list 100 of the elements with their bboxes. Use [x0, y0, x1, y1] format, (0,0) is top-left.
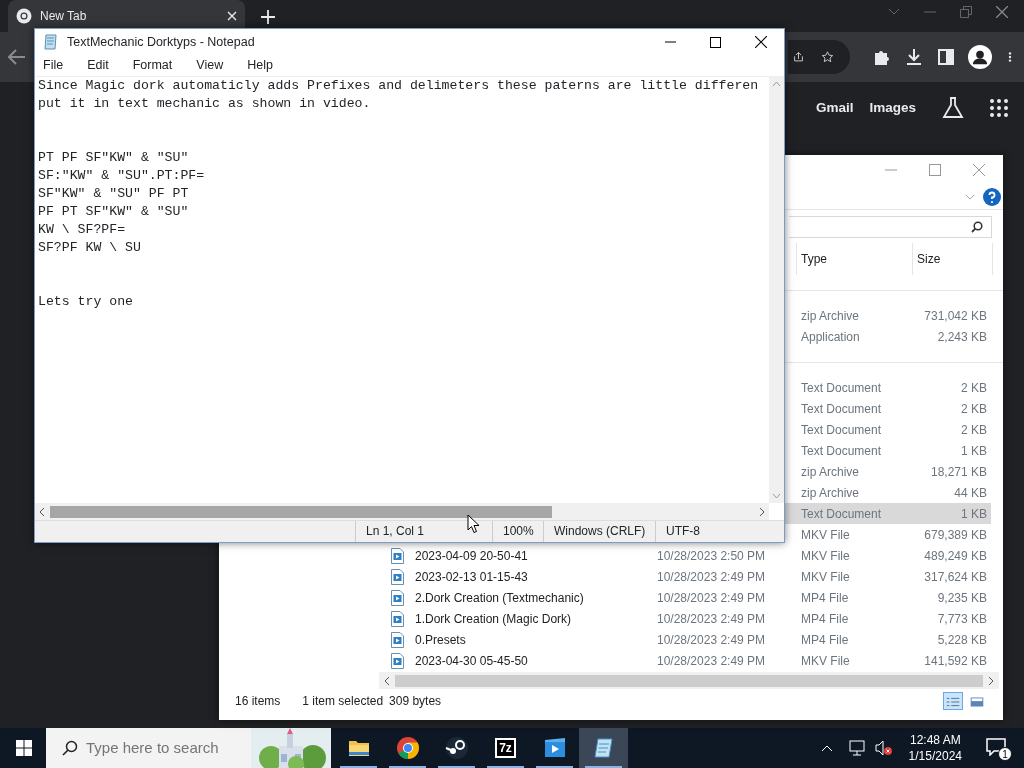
file-size: 2 KB — [960, 400, 987, 418]
file-type: zip Archive — [801, 484, 861, 502]
horizontal-scrollbar[interactable] — [35, 503, 769, 520]
back-arrow-icon[interactable] — [8, 49, 26, 65]
file-row[interactable]: zip Archive 18,271 KB — [785, 461, 991, 482]
media-player-icon — [542, 736, 567, 760]
address-bar[interactable] — [788, 40, 850, 74]
clock-time: 12:48 AM — [909, 731, 961, 748]
file-row[interactable]: Text Document 2 KB — [785, 377, 991, 398]
profile-avatar-icon[interactable] — [968, 45, 992, 69]
file-type: MP4 File — [801, 631, 850, 649]
file-row[interactable]: Text Document 1 KB — [785, 440, 991, 461]
file-type: MKV File — [801, 547, 851, 565]
file-size: 5,228 KB — [936, 631, 987, 649]
search-field[interactable]: Type here to search — [86, 736, 251, 760]
chevron-up-icon[interactable] — [820, 744, 833, 752]
file-row[interactable]: 2.Dork Creation (Textmechanic) 10/28/2023 2:49 PM MP4 File 9,235 KB — [219, 587, 991, 608]
date-modified: 10/28/2023 2:49 PM — [657, 631, 767, 649]
file-type: MP4 File — [801, 610, 850, 628]
minimize-icon[interactable] — [665, 41, 676, 44]
status-text: 100% — [503, 523, 534, 541]
file-size: 44 KB — [953, 484, 987, 502]
file-type: Application — [801, 328, 861, 346]
file-name: 2023-04-30 05-45-50 — [415, 652, 529, 670]
new-tab-icon[interactable] — [261, 10, 275, 24]
file-type: MKV File — [801, 526, 851, 544]
file-size: 7,773 KB — [936, 610, 987, 628]
text-line: SF"KW" & "SU" PF PT — [38, 185, 190, 204]
apps-grid-icon[interactable] — [990, 99, 1008, 117]
restore-icon[interactable] — [960, 6, 972, 18]
chevron-down-icon[interactable] — [888, 8, 900, 16]
file-size: 2 KB — [960, 421, 987, 439]
network-icon[interactable] — [848, 740, 867, 756]
file-row[interactable]: zip Archive 731,042 KB — [785, 305, 991, 326]
notification-icon[interactable] — [986, 737, 1006, 756]
download-icon[interactable] — [904, 47, 924, 67]
clock[interactable]: 12:48 AM 1/15/2024 — [900, 731, 970, 765]
text-line: PT PF SF"KW" & "SU" — [38, 149, 190, 168]
search-box[interactable]: Type here to search — [46, 728, 331, 768]
menu-item[interactable]: Help — [243, 56, 277, 76]
file-row[interactable]: 2023-04-09 20-50-41 10/28/2023 2:50 PM MKV File 489,249 KB — [219, 545, 991, 566]
file-type: Text Document — [801, 421, 883, 439]
status-text: Windows (CRLF) — [554, 523, 646, 541]
file-type: zip Archive — [801, 307, 861, 325]
volume-muted-icon[interactable] — [874, 740, 893, 756]
file-size: 9,235 KB — [936, 589, 987, 607]
file-row[interactable]: 1.Dork Creation (Magic Dork) 10/28/2023 2:49 PM MP4 File 7,773 KB — [219, 608, 991, 629]
column-header[interactable]: Size — [912, 243, 993, 275]
clock-date: 1/15/2024 — [908, 748, 962, 765]
status-text: UTF-8 — [666, 523, 700, 541]
file-name: 2023-04-09 20-50-41 — [415, 547, 529, 565]
file-type: zip Archive — [801, 463, 861, 481]
maximize-icon[interactable] — [710, 36, 721, 48]
file-name: 2023-02-13 01-15-43 — [415, 568, 529, 586]
file-type: MKV File — [801, 652, 851, 670]
video-file-icon — [391, 590, 404, 607]
text-line: Lets try one — [38, 293, 134, 312]
taskbar-app[interactable]: 7z — [481, 728, 530, 768]
menu-item[interactable]: Format — [128, 56, 177, 76]
link[interactable]: Gmail — [815, 97, 854, 119]
file-row[interactable]: zip Archive 44 KB — [785, 482, 991, 503]
file-size: 317,624 KB — [923, 568, 987, 586]
close-icon[interactable] — [755, 36, 767, 49]
text-line: put it in text mechanic as shown in video. — [38, 95, 372, 114]
file-row[interactable]: 0.Presets 10/28/2023 2:49 PM MP4 File 5,228 KB — [219, 629, 991, 650]
file-row[interactable]: 2023-04-30 05-45-50 10/28/2023 2:49 PM MKV File 141,592 KB — [219, 650, 991, 671]
menu-item[interactable]: File — [39, 56, 68, 76]
link[interactable]: Images — [869, 97, 916, 119]
help-icon[interactable] — [983, 188, 1001, 206]
file-size: 141,592 KB — [923, 652, 987, 670]
file-row[interactable]: 2023-02-13 01-15-43 10/28/2023 2:49 PM MKV File 317,624 KB — [219, 566, 991, 587]
file-size: 679,389 KB — [923, 526, 987, 544]
file-row[interactable]: Text Document 2 KB — [785, 398, 991, 419]
flask-icon[interactable] — [942, 97, 964, 119]
file-row[interactable]: Application 2,243 KB — [785, 326, 991, 347]
file-row[interactable]: MKV File 679,389 KB — [785, 524, 991, 545]
file-type: Text Document — [801, 442, 883, 460]
text-line: SF?PF KW \ SU — [38, 239, 142, 258]
notification-count: 1 — [998, 747, 1012, 761]
status-text: Ln 1, Col 1 — [366, 523, 425, 541]
taskbar-app[interactable] — [579, 728, 628, 768]
file-row[interactable]: Text Document 2 KB — [785, 419, 991, 440]
text-line: PF PT SF"KW" & "SU" — [38, 203, 190, 222]
horizontal-scrollbar[interactable] — [379, 672, 999, 689]
windows-start-icon[interactable] — [16, 740, 32, 756]
file-size: 731,042 KB — [923, 307, 987, 325]
file-size: 2 KB — [960, 379, 987, 397]
video-file-icon — [391, 653, 404, 670]
sidebar-icon[interactable] — [936, 47, 956, 67]
file-size: 489,249 KB — [923, 547, 987, 565]
chrome-icon — [16, 8, 32, 24]
menu-item[interactable]: Edit — [83, 56, 113, 76]
search-field[interactable] — [789, 215, 992, 238]
view-button[interactable] — [943, 691, 963, 710]
text-line: KW \ SF?PF= — [38, 221, 127, 240]
file-type: Text Document — [801, 400, 883, 418]
notepad-icon — [591, 736, 616, 760]
chrome-icon — [395, 736, 420, 760]
column-header[interactable]: Type — [796, 243, 912, 275]
menu-item[interactable]: View — [192, 56, 228, 76]
